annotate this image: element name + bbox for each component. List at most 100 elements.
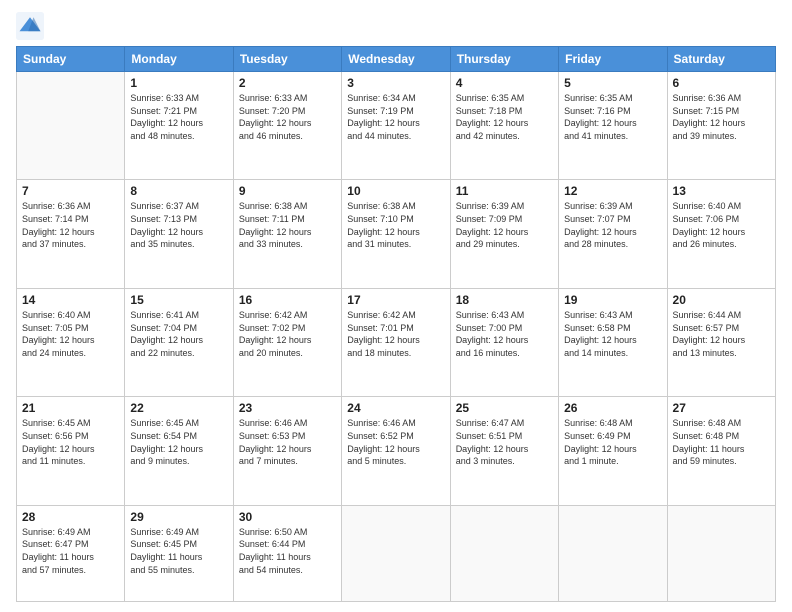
weekday-header-friday: Friday [559,47,667,72]
day-info: Sunrise: 6:39 AM Sunset: 7:09 PM Dayligh… [456,200,553,250]
day-number: 20 [673,293,770,307]
day-info: Sunrise: 6:46 AM Sunset: 6:52 PM Dayligh… [347,417,444,467]
day-info: Sunrise: 6:43 AM Sunset: 7:00 PM Dayligh… [456,309,553,359]
day-number: 27 [673,401,770,415]
day-info: Sunrise: 6:44 AM Sunset: 6:57 PM Dayligh… [673,309,770,359]
day-number: 4 [456,76,553,90]
day-info: Sunrise: 6:48 AM Sunset: 6:48 PM Dayligh… [673,417,770,467]
week-row-0: 1Sunrise: 6:33 AM Sunset: 7:21 PM Daylig… [17,72,776,180]
calendar-cell: 14 Sunrise: 6:40 AM Sunset: 7:05 PM Dayli… [17,288,125,396]
day-info: Sunrise: 6:35 AM Sunset: 7:18 PM Dayligh… [456,92,553,142]
calendar-cell: 5 Sunrise: 6:35 AM Sunset: 7:16 PM Daylig… [559,72,667,180]
calendar-cell: 12 Sunrise: 6:39 AM Sunset: 7:07 PM Dayli… [559,180,667,288]
day-info: Sunrise: 6:43 AM Sunset: 6:58 PM Dayligh… [564,309,661,359]
calendar-cell: 7 Sunrise: 6:36 AM Sunset: 7:14 PM Daylig… [17,180,125,288]
day-number: 18 [456,293,553,307]
calendar-cell: 1Sunrise: 6:33 AM Sunset: 7:21 PM Daylig… [125,72,233,180]
day-info: Sunrise: 6:38 AM Sunset: 7:10 PM Dayligh… [347,200,444,250]
day-info: Sunrise: 6:36 AM Sunset: 7:15 PM Dayligh… [673,92,770,142]
calendar-cell: 21 Sunrise: 6:45 AM Sunset: 6:56 PM Dayli… [17,397,125,505]
day-number: 23 [239,401,336,415]
day-number: 19 [564,293,661,307]
calendar-cell: 8 Sunrise: 6:37 AM Sunset: 7:13 PM Daylig… [125,180,233,288]
day-number: 26 [564,401,661,415]
day-info: Sunrise: 6:42 AM Sunset: 7:01 PM Dayligh… [347,309,444,359]
weekday-header-wednesday: Wednesday [342,47,450,72]
calendar-cell [342,505,450,601]
day-info: Sunrise: 6:48 AM Sunset: 6:49 PM Dayligh… [564,417,661,467]
calendar-cell: 29 Sunrise: 6:49 AM Sunset: 6:45 PM Dayli… [125,505,233,601]
day-number: 10 [347,184,444,198]
calendar-table: SundayMondayTuesdayWednesdayThursdayFrid… [16,46,776,602]
day-info: Sunrise: 6:36 AM Sunset: 7:14 PM Dayligh… [22,200,119,250]
day-number: 28 [22,510,119,524]
day-number: 15 [130,293,227,307]
day-info: Sunrise: 6:40 AM Sunset: 7:05 PM Dayligh… [22,309,119,359]
calendar-cell: 20 Sunrise: 6:44 AM Sunset: 6:57 PM Dayli… [667,288,775,396]
logo-icon [16,12,44,40]
day-number: 8 [130,184,227,198]
day-number: 29 [130,510,227,524]
calendar-cell: 16 Sunrise: 6:42 AM Sunset: 7:02 PM Dayli… [233,288,341,396]
calendar-cell: 28Sunrise: 6:49 AM Sunset: 6:47 PM Dayli… [17,505,125,601]
calendar-cell: 30 Sunrise: 6:50 AM Sunset: 6:44 PM Dayli… [233,505,341,601]
day-info: Sunrise: 6:50 AM Sunset: 6:44 PM Dayligh… [239,526,336,576]
day-info: Sunrise: 6:49 AM Sunset: 6:45 PM Dayligh… [130,526,227,576]
day-info: Sunrise: 6:41 AM Sunset: 7:04 PM Dayligh… [130,309,227,359]
day-info: Sunrise: 6:46 AM Sunset: 6:53 PM Dayligh… [239,417,336,467]
calendar-cell [559,505,667,601]
calendar-cell: 19 Sunrise: 6:43 AM Sunset: 6:58 PM Dayli… [559,288,667,396]
calendar-cell: 9 Sunrise: 6:38 AM Sunset: 7:11 PM Daylig… [233,180,341,288]
day-number: 11 [456,184,553,198]
day-number: 30 [239,510,336,524]
day-info: Sunrise: 6:33 AM Sunset: 7:21 PM Dayligh… [130,92,227,142]
day-number: 6 [673,76,770,90]
calendar-cell: 22 Sunrise: 6:45 AM Sunset: 6:54 PM Dayli… [125,397,233,505]
calendar-cell: 23 Sunrise: 6:46 AM Sunset: 6:53 PM Dayli… [233,397,341,505]
day-number: 2 [239,76,336,90]
day-number: 17 [347,293,444,307]
day-number: 16 [239,293,336,307]
logo [16,12,48,40]
week-row-2: 14 Sunrise: 6:40 AM Sunset: 7:05 PM Dayli… [17,288,776,396]
day-number: 14 [22,293,119,307]
day-info: Sunrise: 6:38 AM Sunset: 7:11 PM Dayligh… [239,200,336,250]
week-row-1: 7 Sunrise: 6:36 AM Sunset: 7:14 PM Daylig… [17,180,776,288]
calendar-cell [667,505,775,601]
week-row-3: 21 Sunrise: 6:45 AM Sunset: 6:56 PM Dayli… [17,397,776,505]
calendar-cell: 24 Sunrise: 6:46 AM Sunset: 6:52 PM Dayli… [342,397,450,505]
day-number: 12 [564,184,661,198]
calendar-cell: 18 Sunrise: 6:43 AM Sunset: 7:00 PM Dayli… [450,288,558,396]
calendar-cell: 15 Sunrise: 6:41 AM Sunset: 7:04 PM Dayli… [125,288,233,396]
day-number: 21 [22,401,119,415]
weekday-header-row: SundayMondayTuesdayWednesdayThursdayFrid… [17,47,776,72]
day-number: 5 [564,76,661,90]
calendar-cell: 10 Sunrise: 6:38 AM Sunset: 7:10 PM Dayli… [342,180,450,288]
day-info: Sunrise: 6:45 AM Sunset: 6:54 PM Dayligh… [130,417,227,467]
day-info: Sunrise: 6:33 AM Sunset: 7:20 PM Dayligh… [239,92,336,142]
calendar-cell: 2 Sunrise: 6:33 AM Sunset: 7:20 PM Daylig… [233,72,341,180]
weekday-header-monday: Monday [125,47,233,72]
weekday-header-sunday: Sunday [17,47,125,72]
day-number: 7 [22,184,119,198]
day-info: Sunrise: 6:39 AM Sunset: 7:07 PM Dayligh… [564,200,661,250]
day-info: Sunrise: 6:45 AM Sunset: 6:56 PM Dayligh… [22,417,119,467]
header [16,12,776,40]
calendar-cell: 27 Sunrise: 6:48 AM Sunset: 6:48 PM Dayli… [667,397,775,505]
day-info: Sunrise: 6:37 AM Sunset: 7:13 PM Dayligh… [130,200,227,250]
calendar-cell: 11 Sunrise: 6:39 AM Sunset: 7:09 PM Dayli… [450,180,558,288]
day-info: Sunrise: 6:34 AM Sunset: 7:19 PM Dayligh… [347,92,444,142]
day-info: Sunrise: 6:35 AM Sunset: 7:16 PM Dayligh… [564,92,661,142]
day-number: 9 [239,184,336,198]
day-info: Sunrise: 6:47 AM Sunset: 6:51 PM Dayligh… [456,417,553,467]
calendar-cell: 6 Sunrise: 6:36 AM Sunset: 7:15 PM Daylig… [667,72,775,180]
calendar-cell: 25Sunrise: 6:47 AM Sunset: 6:51 PM Dayli… [450,397,558,505]
day-number: 13 [673,184,770,198]
day-info: Sunrise: 6:42 AM Sunset: 7:02 PM Dayligh… [239,309,336,359]
day-number: 22 [130,401,227,415]
calendar-cell [450,505,558,601]
day-number: 24 [347,401,444,415]
calendar-cell [17,72,125,180]
week-row-4: 28Sunrise: 6:49 AM Sunset: 6:47 PM Dayli… [17,505,776,601]
day-number: 3 [347,76,444,90]
